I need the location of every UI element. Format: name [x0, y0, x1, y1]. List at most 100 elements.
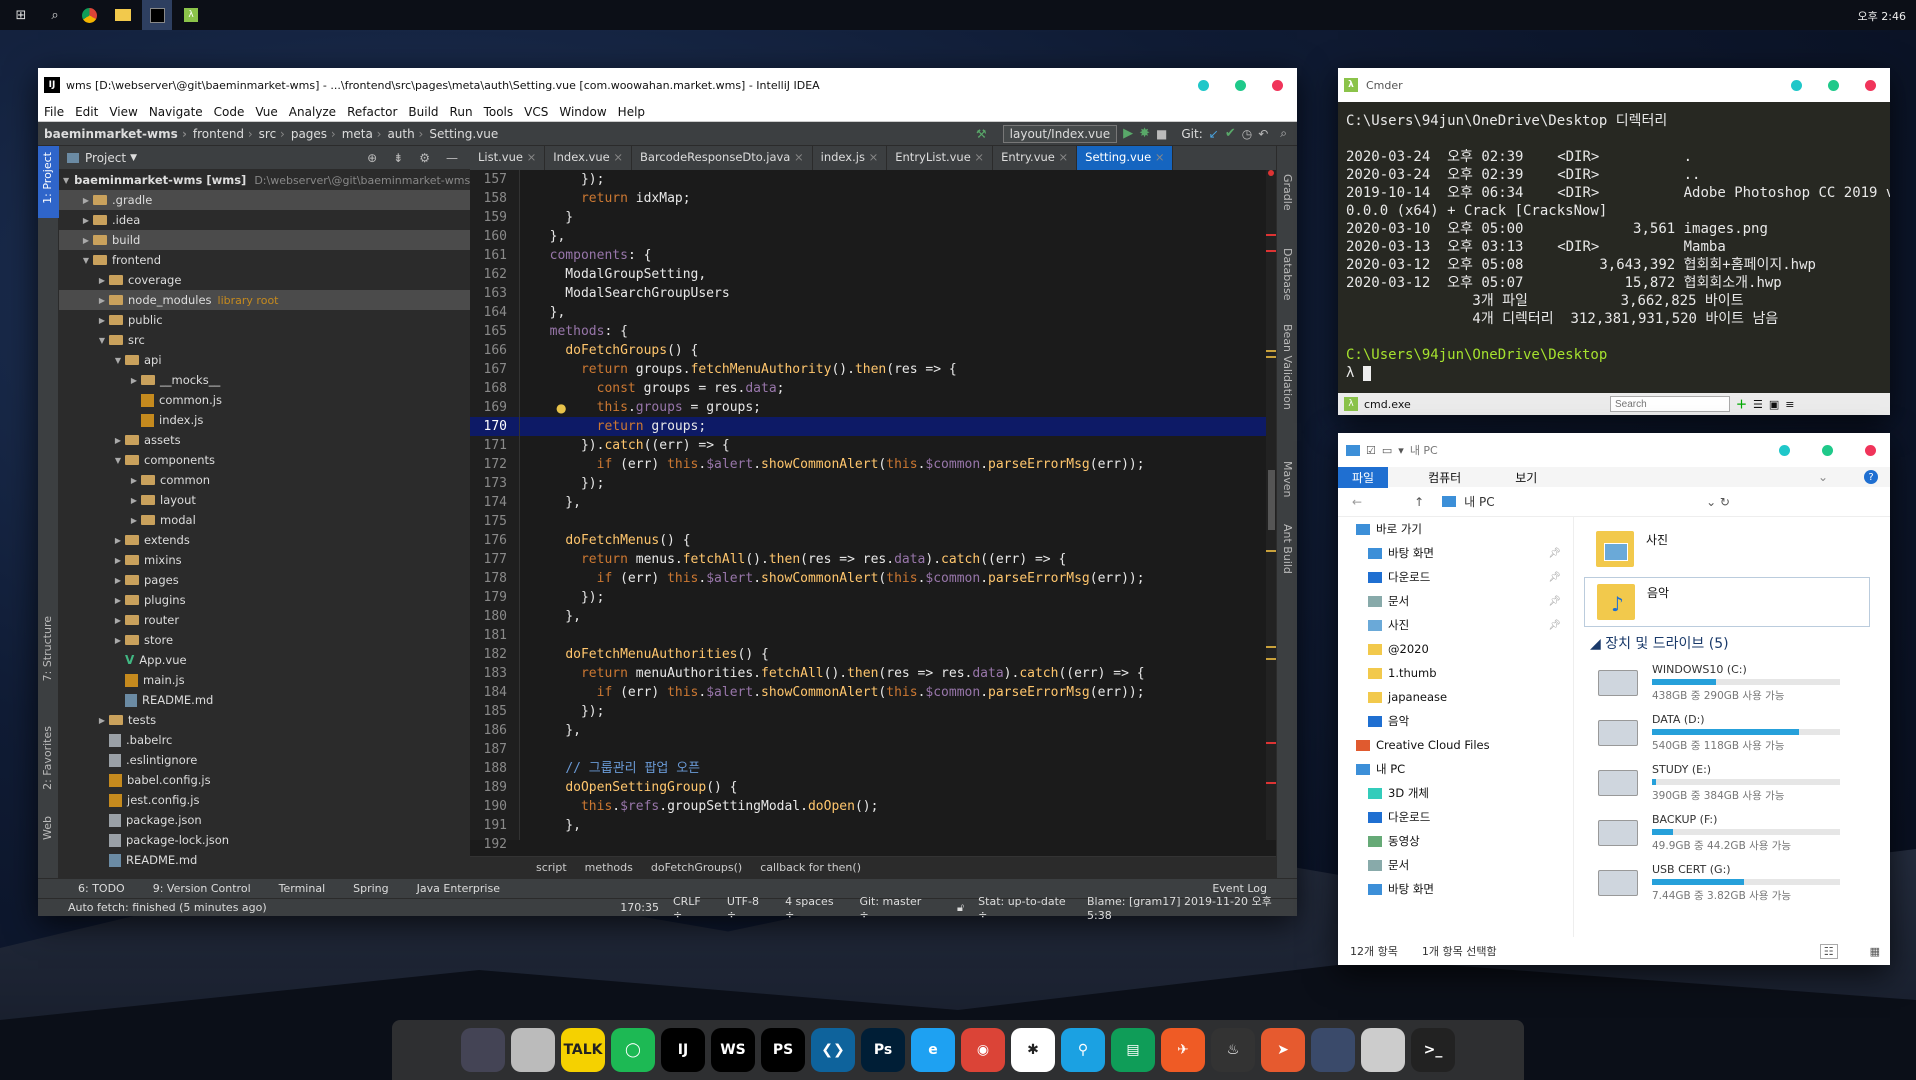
tree-item[interactable]: babel.config.js	[59, 770, 470, 790]
tree-item[interactable]: ▼ baeminmarket-wms [wms] D:\webserver\@git\…	[59, 170, 470, 190]
indent-setting[interactable]: 4 spaces ÷	[785, 895, 845, 921]
new-folder-icon[interactable]: ▭	[1382, 444, 1392, 457]
close-button[interactable]	[1272, 79, 1283, 91]
folder-item[interactable]: 사진	[1574, 517, 1890, 577]
gradle-tool-tab[interactable]: Gradle	[1281, 174, 1294, 211]
debug-icon[interactable]: ✸	[1139, 126, 1150, 141]
maven-tool-tab[interactable]: Maven	[1281, 461, 1294, 497]
nav-item[interactable]: 바로 가기	[1338, 517, 1573, 541]
collapse-all-icon[interactable]: ⇟	[393, 151, 403, 165]
code-line[interactable]: doFetchGroups() {	[520, 341, 1276, 360]
breadcrumb-item[interactable]: src	[259, 127, 285, 141]
menu-analyze[interactable]: Analyze	[289, 105, 336, 119]
rollback-icon[interactable]: ↶	[1258, 127, 1268, 141]
code-breadcrumb-item[interactable]: script	[536, 861, 567, 874]
hide-icon[interactable]: —	[446, 151, 458, 165]
nav-item[interactable]: 사진 📌︎	[1338, 613, 1573, 637]
tree-item[interactable]: ▶ .idea	[59, 210, 470, 230]
tree-item[interactable]: main.js	[59, 670, 470, 690]
editor-tab[interactable]: EntryList.vue	[887, 146, 994, 170]
code-line[interactable]: });	[520, 702, 1276, 721]
git-update-icon[interactable]: ↙	[1209, 127, 1219, 141]
hammer-icon[interactable]: ⚒	[976, 127, 987, 141]
code-line[interactable]: },	[520, 303, 1276, 322]
breadcrumb-item[interactable]: meta	[342, 127, 382, 141]
menu-file[interactable]: File	[44, 105, 64, 119]
tree-item[interactable]: ▼ components	[59, 450, 470, 470]
tool-tab[interactable]: Terminal	[279, 882, 326, 895]
code-line[interactable]: });	[520, 588, 1276, 607]
tree-item[interactable]: ▶ router	[59, 610, 470, 630]
finder-file-icon[interactable]	[511, 1028, 555, 1072]
code-line[interactable]: }	[520, 208, 1276, 227]
chevron-right-icon[interactable]: ▶	[95, 716, 109, 725]
code-line[interactable]: return menuAuthorities.fetchAll().then(r…	[520, 664, 1276, 683]
menu-refactor[interactable]: Refactor	[347, 105, 397, 119]
database-tool-tab[interactable]: Database	[1281, 248, 1294, 301]
status-message[interactable]: Auto fetch: finished (5 minutes ago)	[68, 901, 620, 914]
chevron-right-icon[interactable]: ▶	[111, 556, 125, 565]
menu-help[interactable]: Help	[618, 105, 645, 119]
code-line[interactable]	[520, 740, 1276, 759]
editor-tab[interactable]: Setting.vue	[1077, 146, 1174, 170]
code-line[interactable]: ModalGroupSetting,	[520, 265, 1276, 284]
maps-dock-icon[interactable]: ⚲	[1061, 1028, 1105, 1072]
tree-item[interactable]: ▶ plugins	[59, 590, 470, 610]
ant-build-tool-tab[interactable]: Ant Build	[1281, 524, 1294, 574]
chevron-right-icon[interactable]: ▶	[127, 496, 141, 505]
chevron-down-icon[interactable]: ▼	[95, 336, 109, 345]
tree-item[interactable]: ▶ layout	[59, 490, 470, 510]
menu-tools[interactable]: Tools	[484, 105, 514, 119]
favorites-tool-tab[interactable]: 2: Favorites	[41, 726, 54, 790]
editor-tab[interactable]: Index.vue	[545, 146, 633, 170]
nav-item[interactable]: 바탕 화면 📌︎	[1338, 541, 1573, 565]
editor-tab[interactable]: List.vue	[470, 146, 546, 170]
chevron-right-icon[interactable]: ▶	[111, 536, 125, 545]
refresh-icon[interactable]: ⌄ ↻	[1706, 495, 1730, 509]
code-line[interactable]: }).catch((err) => {	[520, 436, 1276, 455]
webstorm-dock-icon[interactable]: WS	[711, 1028, 755, 1072]
menu-navigate[interactable]: Navigate	[149, 105, 203, 119]
file-encoding[interactable]: UTF-8 ÷	[727, 895, 771, 921]
editor-scrollbar[interactable]	[1266, 170, 1276, 872]
ie-dock-icon[interactable]: e	[911, 1028, 955, 1072]
menu-code[interactable]: Code	[214, 105, 245, 119]
tree-item[interactable]: README.md	[59, 690, 470, 710]
stat-status[interactable]: Stat: up-to-date ÷	[978, 895, 1077, 921]
nav-item[interactable]: 문서	[1338, 853, 1573, 877]
green-ring-icon[interactable]: ◯	[611, 1028, 655, 1072]
sheets-dock-icon[interactable]: ▤	[1111, 1028, 1155, 1072]
large-icons-view-icon[interactable]: ▦	[1870, 945, 1880, 958]
kakaotalk-icon[interactable]: TALK	[561, 1028, 605, 1072]
tree-item[interactable]: README.md	[59, 850, 470, 870]
explorer-minimize-button[interactable]	[1779, 444, 1790, 456]
code-line[interactable]: },	[520, 607, 1276, 626]
chrome-icon[interactable]	[74, 0, 104, 30]
search-everywhere-icon[interactable]: ⌕	[1280, 126, 1287, 141]
intellij-icon[interactable]	[142, 0, 172, 30]
nav-item[interactable]: 동영상	[1338, 829, 1573, 853]
phpstorm-dock-icon[interactable]: PS	[761, 1028, 805, 1072]
code-line[interactable]: ModalSearchGroupUsers	[520, 284, 1276, 303]
tree-item[interactable]: ▶ extends	[59, 530, 470, 550]
menu-vue[interactable]: Vue	[255, 105, 277, 119]
tree-item[interactable]: ▶ public	[59, 310, 470, 330]
chevron-down-icon[interactable]: ▼	[130, 153, 137, 163]
code-line[interactable]	[520, 626, 1276, 645]
postman-dock-icon[interactable]: ✈	[1161, 1028, 1205, 1072]
new-console-icon[interactable]: ＋	[1736, 396, 1747, 412]
tree-item[interactable]: ▶ assets	[59, 430, 470, 450]
tree-item[interactable]: ▶ store	[59, 630, 470, 650]
fire-dock-icon[interactable]: ♨	[1211, 1028, 1255, 1072]
code-line[interactable]: return groups.fetchMenuAuthority().then(…	[520, 360, 1276, 379]
run-config-select[interactable]: layout/Index.vue	[1002, 124, 1118, 143]
search-icon[interactable]: ⌕	[40, 0, 70, 30]
tree-item[interactable]: ▼ api	[59, 350, 470, 370]
project-tool-tab[interactable]: 1: Project	[41, 152, 54, 204]
menu-window[interactable]: Window	[559, 105, 606, 119]
menu-vcs[interactable]: VCS	[524, 105, 548, 119]
editor-tab[interactable]: Entry.vue	[993, 146, 1078, 170]
code-line[interactable]: this.groups = groups;	[520, 398, 1276, 417]
nav-item[interactable]: 내 PC	[1338, 757, 1573, 781]
code-line[interactable]: components: {	[520, 246, 1276, 265]
